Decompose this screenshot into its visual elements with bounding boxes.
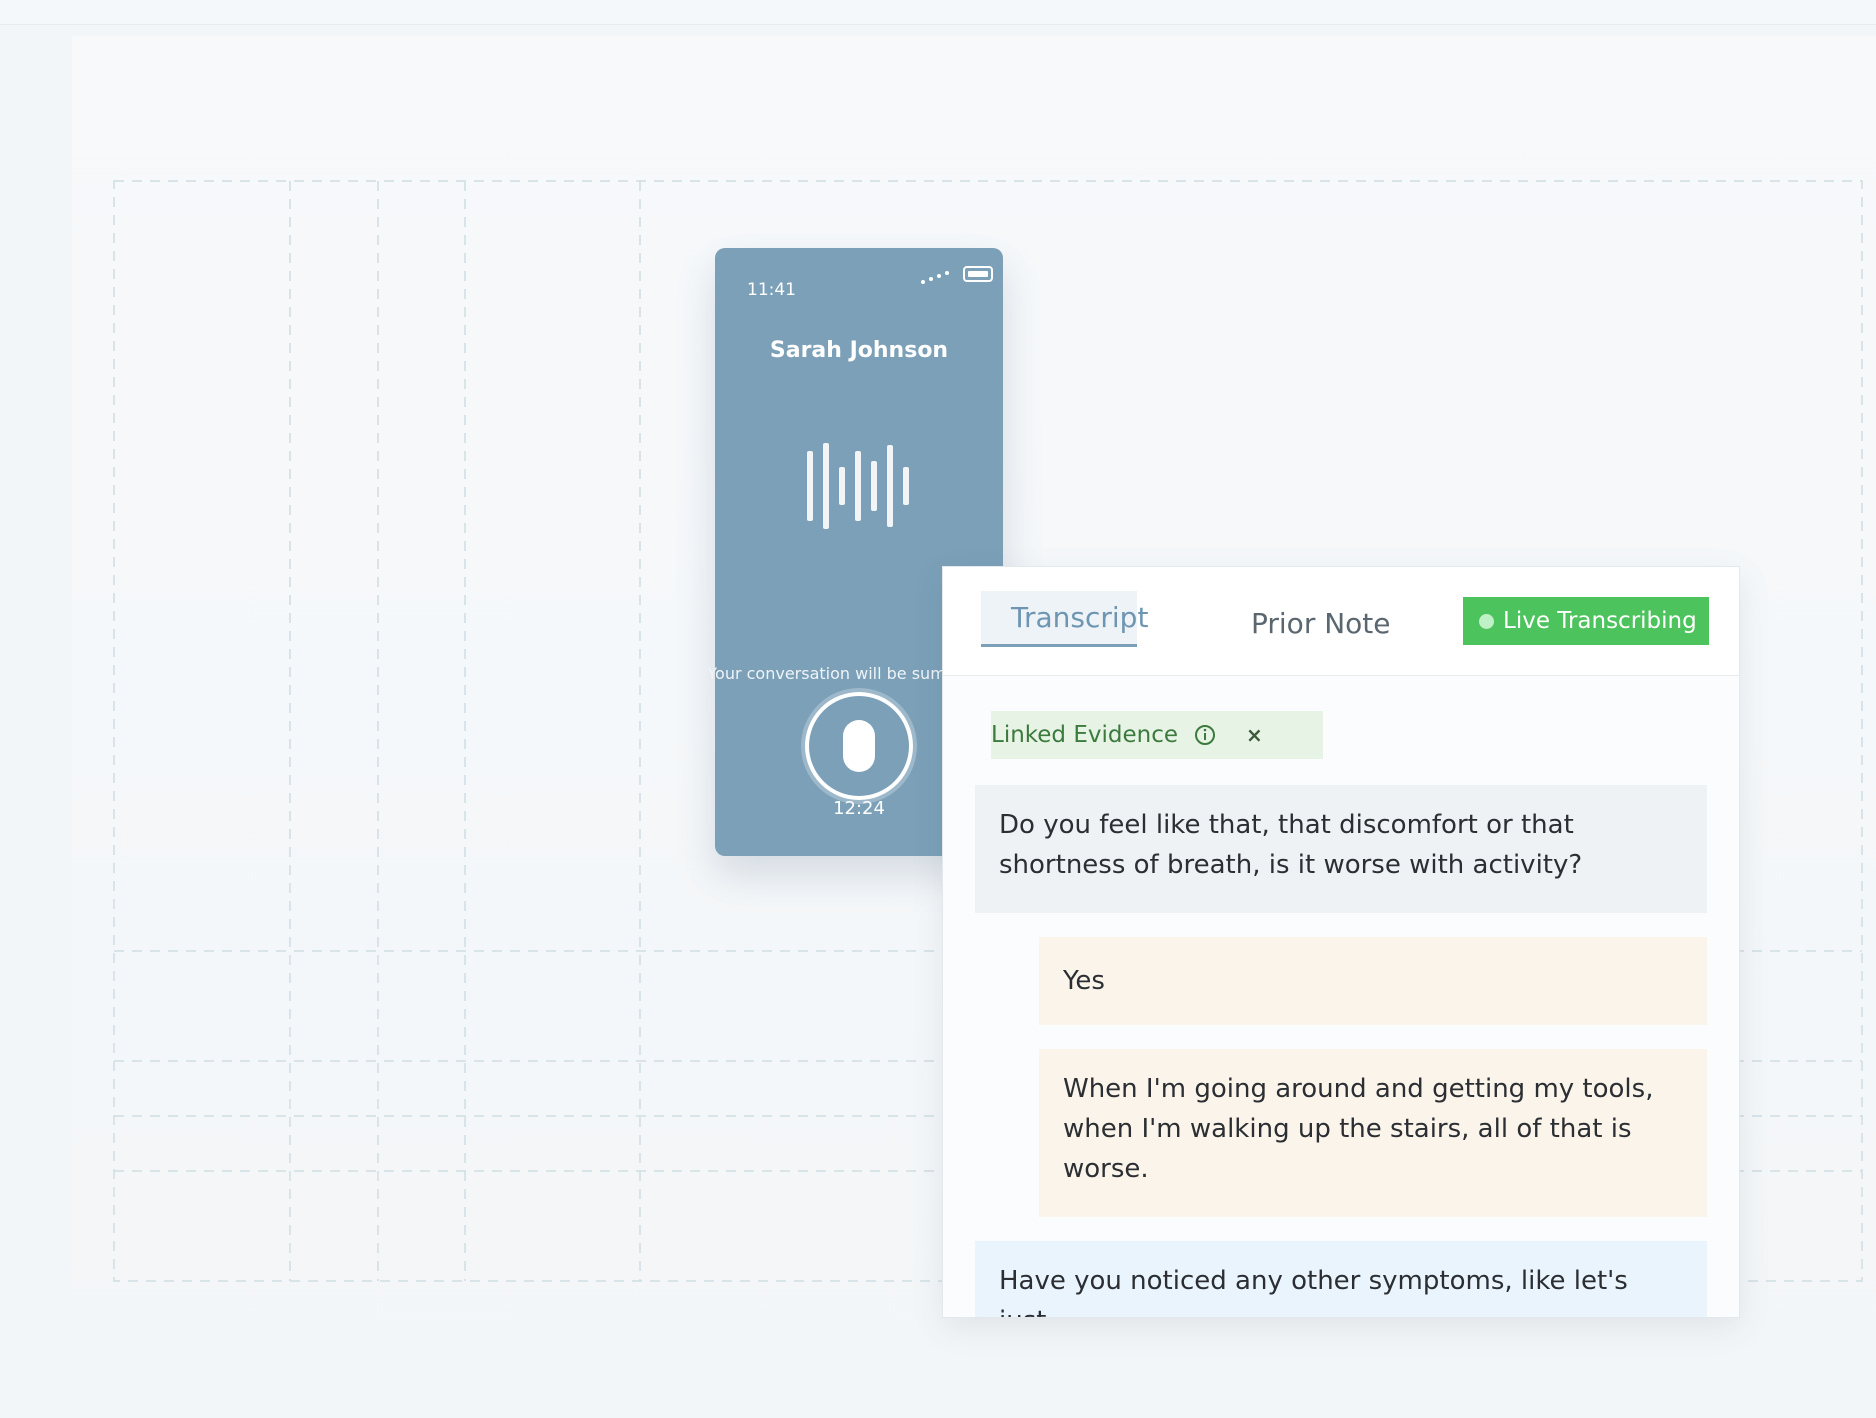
phone-time: 11:41 bbox=[747, 280, 796, 300]
live-badge-label: Live Transcribing bbox=[1503, 608, 1697, 634]
info-icon[interactable] bbox=[1194, 724, 1216, 746]
top-bar bbox=[0, 0, 1876, 25]
caller-name: Sarah Johnson bbox=[769, 338, 949, 363]
transcript-message-clinician: Do you feel like that, that discomfort o… bbox=[975, 785, 1707, 913]
transcript-message-patient: Yes bbox=[1039, 937, 1707, 1025]
transcript-message-patient: When I'm going around and getting my too… bbox=[1039, 1049, 1707, 1217]
panel-tab-bar: Transcript Prior Note Live Transcribing bbox=[943, 567, 1739, 676]
microphone-button[interactable] bbox=[805, 692, 913, 800]
signal-icon bbox=[921, 271, 949, 284]
tab-prior-note[interactable]: Prior Note bbox=[1251, 607, 1391, 640]
live-transcribing-badge: Live Transcribing bbox=[1463, 597, 1709, 645]
waveform-icon bbox=[807, 443, 909, 529]
tab-transcript[interactable]: Transcript bbox=[981, 591, 1148, 647]
live-dot-icon bbox=[1479, 613, 1494, 629]
tab-transcript-label: Transcript bbox=[1011, 601, 1149, 634]
battery-icon bbox=[963, 266, 993, 282]
close-icon[interactable]: × bbox=[1246, 723, 1263, 747]
linked-evidence-chip[interactable]: Linked Evidence × bbox=[991, 711, 1323, 759]
linked-evidence-label: Linked Evidence bbox=[991, 722, 1178, 748]
transcript-panel: Transcript Prior Note Live Transcribing … bbox=[942, 566, 1740, 1318]
transcript-message-clinician: Have you noticed any other symptoms, lik… bbox=[975, 1241, 1707, 1317]
